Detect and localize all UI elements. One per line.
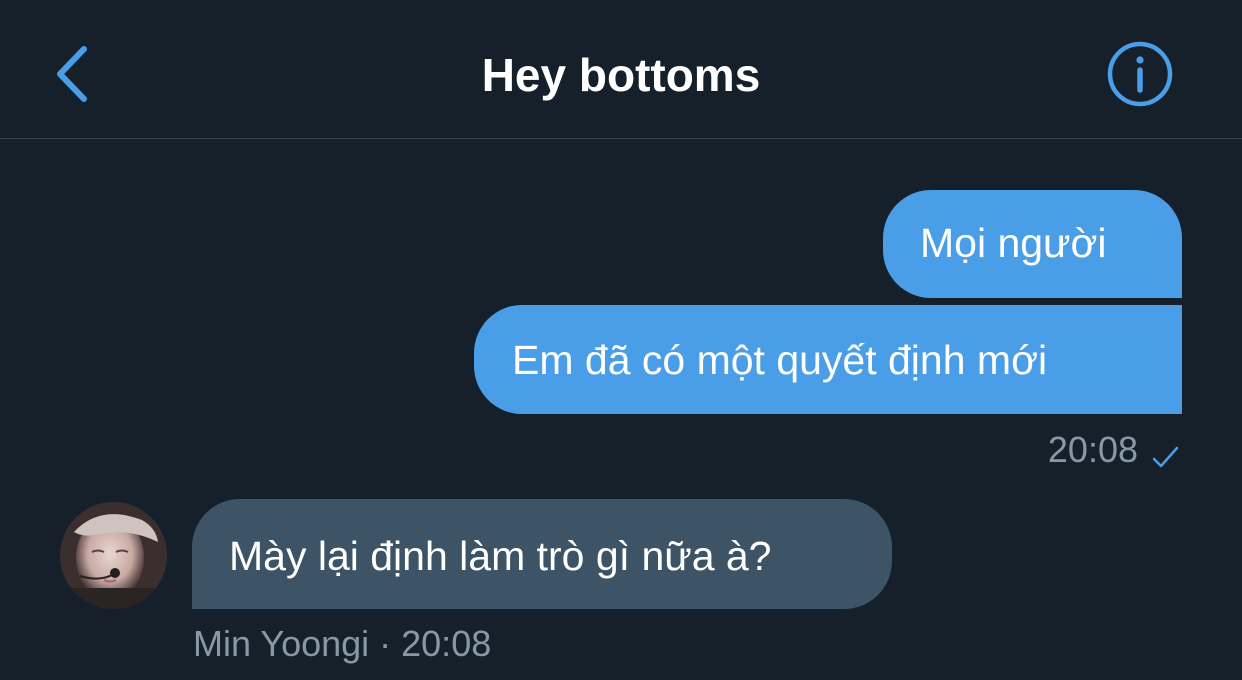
check-icon <box>1152 437 1180 468</box>
avatar[interactable] <box>60 502 167 609</box>
conversation-header: Hey bottoms <box>0 0 1242 139</box>
incoming-message-bubble[interactable]: Mày lại định làm trò gì nữa à? <box>192 499 892 609</box>
message-timestamp: 20:08 <box>1047 429 1138 470</box>
info-circle-icon <box>1107 41 1173 107</box>
outgoing-message-meta: 20:08 <box>1048 428 1180 472</box>
info-button[interactable] <box>1106 40 1174 108</box>
outgoing-message-bubble[interactable]: Em đã có một quyết định mới <box>474 305 1182 414</box>
incoming-message-meta: Min Yoongi · 20:08 <box>193 623 492 664</box>
dm-conversation-screen: Hey bottoms Mọi người Em đã có một quyết… <box>0 0 1242 680</box>
conversation-title: Hey bottoms <box>481 49 761 101</box>
outgoing-message-bubble[interactable]: Mọi người <box>883 190 1182 298</box>
